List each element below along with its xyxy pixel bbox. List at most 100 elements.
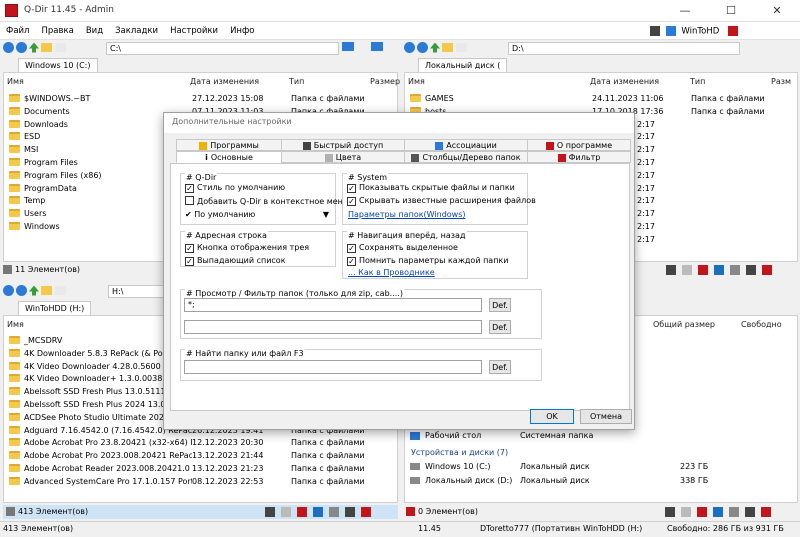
tab-drive-d[interactable]: Локальный диск ( bbox=[418, 58, 508, 72]
list-item[interactable]: $WINDOWS.~BT 27.12.2023 15:08 Папка с файл… bbox=[4, 93, 397, 106]
tab-associations[interactable]: Ассоциации bbox=[404, 139, 528, 151]
forward-icon[interactable] bbox=[16, 42, 27, 53]
menu-settings[interactable]: Настройки bbox=[164, 22, 224, 36]
folder-icon[interactable] bbox=[442, 43, 453, 52]
column-name[interactable]: Имя bbox=[408, 75, 425, 89]
tray-button-checkbox[interactable]: ✓ Кнопка отображения трея bbox=[185, 243, 309, 253]
menu-bookmarks[interactable]: Закладки bbox=[109, 22, 164, 36]
default-dropdown[interactable]: ✔ По умолчанию ▼ bbox=[185, 210, 329, 219]
menu-file[interactable]: Файл bbox=[0, 22, 35, 36]
rename-icon[interactable] bbox=[345, 506, 355, 517]
monitor-icon[interactable] bbox=[370, 42, 383, 51]
show-hidden-checkbox[interactable]: ✓ Показывать скрытые файлы и папки bbox=[347, 183, 515, 193]
view-icon[interactable] bbox=[55, 43, 66, 52]
cancel-button[interactable]: Отмена bbox=[580, 409, 632, 424]
address-bar-top-right[interactable]: D:\ bbox=[508, 42, 740, 55]
sort-icon[interactable] bbox=[3, 265, 12, 274]
close-icon[interactable] bbox=[727, 26, 738, 36]
cut-icon[interactable] bbox=[713, 506, 723, 517]
copy-icon[interactable] bbox=[729, 506, 739, 517]
back-icon[interactable] bbox=[3, 285, 14, 296]
tab-general[interactable]: i Основные bbox=[176, 151, 282, 163]
lightning-icon[interactable] bbox=[265, 506, 275, 517]
ok-button[interactable]: OK bbox=[530, 409, 574, 424]
tab-quick-access[interactable]: Быстрый доступ bbox=[281, 139, 405, 151]
folder-options-link[interactable]: Параметры папок(Windows) bbox=[348, 210, 466, 219]
maximize-button[interactable]: ☐ bbox=[708, 0, 754, 22]
find-input[interactable] bbox=[184, 360, 482, 374]
lightning-icon[interactable] bbox=[665, 506, 675, 517]
context-menu-checkbox[interactable]: Добавить Q-Dir в контекстное меню bbox=[185, 196, 350, 206]
view-icon[interactable] bbox=[456, 43, 467, 52]
column-type[interactable]: Тип bbox=[690, 75, 705, 89]
column-size[interactable]: Размер bbox=[370, 75, 400, 89]
column-date[interactable]: Дата изменения bbox=[190, 75, 259, 89]
close-icon[interactable] bbox=[361, 506, 371, 517]
tab-filter[interactable]: Фильтр bbox=[527, 151, 631, 163]
column-free[interactable]: Свободно bbox=[741, 318, 782, 332]
mail-icon[interactable] bbox=[682, 264, 692, 275]
forward-icon[interactable] bbox=[417, 42, 428, 53]
filter-default-button-2[interactable]: Def. bbox=[489, 320, 511, 334]
layout-icon[interactable] bbox=[342, 42, 354, 51]
copy-icon[interactable] bbox=[730, 264, 740, 275]
list-item[interactable]: Рабочий стол Системная папка bbox=[407, 430, 797, 443]
find-default-button[interactable]: Def. bbox=[489, 360, 511, 374]
list-item[interactable]: Adobe Acrobat Reader 2023.008.20421.0 13.… bbox=[4, 463, 397, 476]
list-item[interactable]: Windows 10 (C:) Локальный диск 223 ГБ bbox=[407, 461, 797, 474]
group-header[interactable]: Устройства и диски (7) bbox=[411, 447, 508, 460]
tab-drive-h[interactable]: WinToHDD (H:) bbox=[18, 301, 92, 315]
column-name[interactable]: Имя bbox=[7, 318, 24, 332]
close-button[interactable]: ✕ bbox=[754, 0, 800, 22]
hide-extensions-checkbox[interactable]: ✓ Скрывать известные расширения файлов bbox=[347, 196, 536, 206]
back-icon[interactable] bbox=[3, 42, 14, 53]
sort-icon[interactable] bbox=[6, 507, 15, 516]
list-item[interactable]: Advanced SystemCare Pro 17.1.0.157 Porta… bbox=[4, 476, 397, 489]
minimize-button[interactable]: — bbox=[662, 0, 708, 22]
delete-icon[interactable] bbox=[698, 264, 708, 275]
close-icon[interactable] bbox=[762, 264, 772, 275]
people-icon[interactable] bbox=[665, 26, 676, 36]
tab-programs[interactable]: Программы bbox=[176, 139, 282, 151]
address-bar-top-left[interactable]: C:\ bbox=[106, 42, 339, 55]
back-icon[interactable] bbox=[404, 42, 415, 53]
tab-columns[interactable]: Столбцы/Дерево папок bbox=[404, 151, 528, 163]
rename-icon[interactable] bbox=[746, 264, 756, 275]
folder-icon[interactable] bbox=[41, 286, 52, 295]
close-icon[interactable] bbox=[761, 506, 771, 517]
copy-icon[interactable] bbox=[329, 506, 339, 517]
explorer-like-link[interactable]: ... Как в Проводнике bbox=[348, 268, 435, 277]
list-item[interactable]: Локальный диск (D:) Локальный диск 338 ГБ bbox=[407, 475, 797, 488]
menu-edit[interactable]: Правка bbox=[35, 22, 79, 36]
delete-icon[interactable] bbox=[697, 506, 707, 517]
menu-info[interactable]: Инфо bbox=[224, 22, 260, 36]
delete-icon[interactable] bbox=[297, 506, 307, 517]
up-icon[interactable] bbox=[430, 42, 440, 53]
column-date[interactable]: Дата изменения bbox=[590, 75, 659, 89]
column-total-size[interactable]: Общий размер bbox=[653, 318, 715, 332]
default-style-checkbox[interactable]: ✓ Стиль по умолчанию bbox=[185, 183, 285, 193]
folder-icon[interactable] bbox=[41, 43, 52, 52]
list-item[interactable]: Adobe Acrobat Pro 23.8.20421 (x32-x64) R… bbox=[4, 437, 397, 450]
drive-label[interactable]: WinToHD bbox=[681, 27, 719, 37]
mail-icon[interactable] bbox=[281, 506, 291, 517]
cut-icon[interactable] bbox=[313, 506, 323, 517]
forward-icon[interactable] bbox=[16, 285, 27, 296]
dropdown-list-checkbox[interactable]: ✓ Выпадающий список bbox=[185, 256, 286, 266]
lightning-icon[interactable] bbox=[666, 264, 676, 275]
filter-input[interactable]: *; bbox=[184, 298, 482, 312]
tab-drive-c[interactable]: Windows 10 (C:) bbox=[18, 58, 98, 72]
menu-view[interactable]: Вид bbox=[80, 22, 109, 36]
filter-default-button[interactable]: Def. bbox=[489, 298, 511, 312]
column-name[interactable]: Имя bbox=[7, 75, 24, 89]
lightning-icon[interactable] bbox=[650, 26, 660, 36]
rename-icon[interactable] bbox=[745, 506, 755, 517]
save-selection-checkbox[interactable]: ✓ Сохранять выделенное bbox=[347, 243, 458, 253]
tab-about[interactable]: О программе bbox=[527, 139, 631, 151]
column-type[interactable]: Тип bbox=[289, 75, 304, 89]
list-item[interactable]: GAMES 24.11.2023 11:06 Папка с файлами bbox=[405, 93, 797, 106]
column-size[interactable]: Разм bbox=[771, 75, 791, 89]
filter-input-2[interactable] bbox=[184, 320, 482, 334]
remember-params-checkbox[interactable]: ✓ Помнить параметры каждой папки bbox=[347, 256, 508, 266]
mail-icon[interactable] bbox=[681, 506, 691, 517]
